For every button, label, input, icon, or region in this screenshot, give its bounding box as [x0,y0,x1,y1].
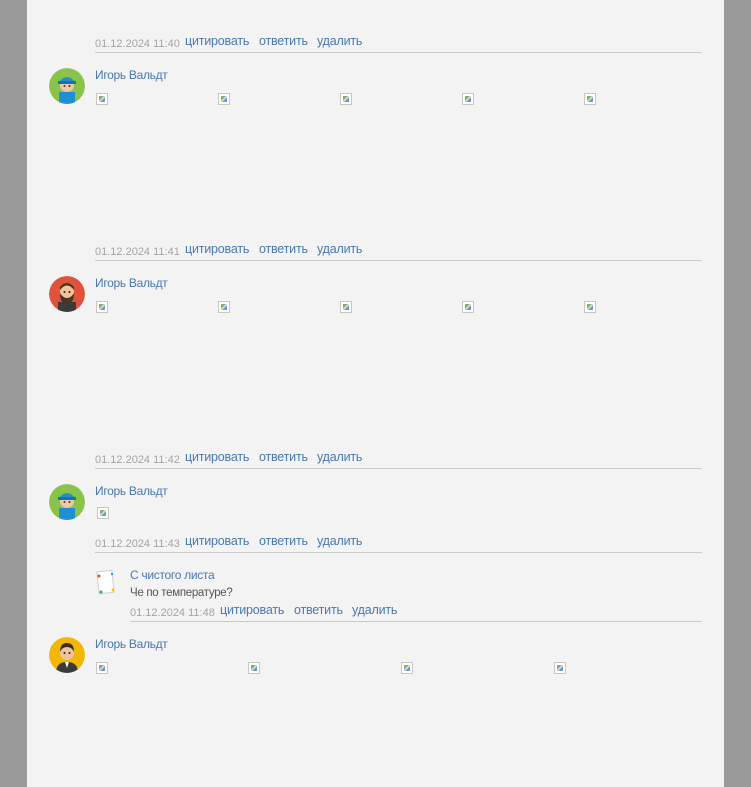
attached-image[interactable] [584,93,596,105]
comment-text: Че по температуре? [130,587,233,599]
blank-sheet-icon [96,569,115,595]
delete-link[interactable]: удалить [352,603,397,617]
comment-meta-row: 01.12.2024 11:42 цитировать ответить уда… [95,450,702,469]
attached-image[interactable] [462,93,474,105]
comment-meta-row: 01.12.2024 11:40 цитировать ответить уда… [95,34,702,53]
attached-image[interactable] [218,93,230,105]
user-avatar-cap-icon [49,484,85,520]
comment-author[interactable]: Игорь Вальдт [95,484,168,498]
quote-link[interactable]: цитировать [185,450,249,464]
comment-meta-row: 01.12.2024 11:48 цитировать ответить уда… [130,603,702,622]
attached-image[interactable] [218,301,230,313]
comment-date: 01.12.2024 11:48 [130,607,215,619]
comment-meta-row: 01.12.2024 11:43 цитировать ответить уда… [95,534,702,553]
delete-link[interactable]: удалить [317,242,362,256]
quote-link[interactable]: цитировать [185,34,249,48]
delete-link[interactable]: удалить [317,34,362,48]
reply-link[interactable]: ответить [294,603,343,617]
comment-date: 01.12.2024 11:41 [95,246,180,258]
avatar[interactable] [49,68,85,104]
attached-image[interactable] [340,301,352,313]
user-avatar-beard-icon [49,276,85,312]
attached-image[interactable] [462,301,474,313]
attached-image[interactable] [97,507,109,519]
comment-date: 01.12.2024 11:43 [95,538,180,550]
reply-link[interactable]: ответить [259,242,308,256]
quote-link[interactable]: цитировать [185,242,249,256]
avatar[interactable] [49,484,85,520]
reply-link[interactable]: ответить [259,34,308,48]
attached-image[interactable] [401,662,413,674]
avatar[interactable] [49,637,85,673]
comment-author[interactable]: С чистого листа [130,568,215,582]
attached-image[interactable] [96,93,108,105]
attached-image[interactable] [554,662,566,674]
attached-image[interactable] [340,93,352,105]
attached-image[interactable] [248,662,260,674]
quote-link[interactable]: цитировать [220,603,284,617]
attached-image[interactable] [96,662,108,674]
comments-page: 01.12.2024 11:40 цитировать ответить уда… [27,0,724,787]
delete-link[interactable]: удалить [317,450,362,464]
reply-link[interactable]: ответить [259,534,308,548]
quote-link[interactable]: цитировать [185,534,249,548]
user-avatar-suit-icon [49,637,85,673]
comment-author[interactable]: Игорь Вальдт [95,276,168,290]
attached-image[interactable] [96,301,108,313]
reply-link[interactable]: ответить [259,450,308,464]
attached-image[interactable] [584,301,596,313]
comment-date: 01.12.2024 11:42 [95,454,180,466]
delete-link[interactable]: удалить [317,534,362,548]
comment-author[interactable]: Игорь Вальдт [95,637,168,651]
comment-author[interactable]: Игорь Вальдт [95,68,168,82]
avatar[interactable] [49,276,85,312]
comment-date: 01.12.2024 11:40 [95,38,180,50]
comment-meta-row: 01.12.2024 11:41 цитировать ответить уда… [95,242,702,261]
avatar[interactable] [95,568,117,598]
user-avatar-cap-icon [49,68,85,104]
